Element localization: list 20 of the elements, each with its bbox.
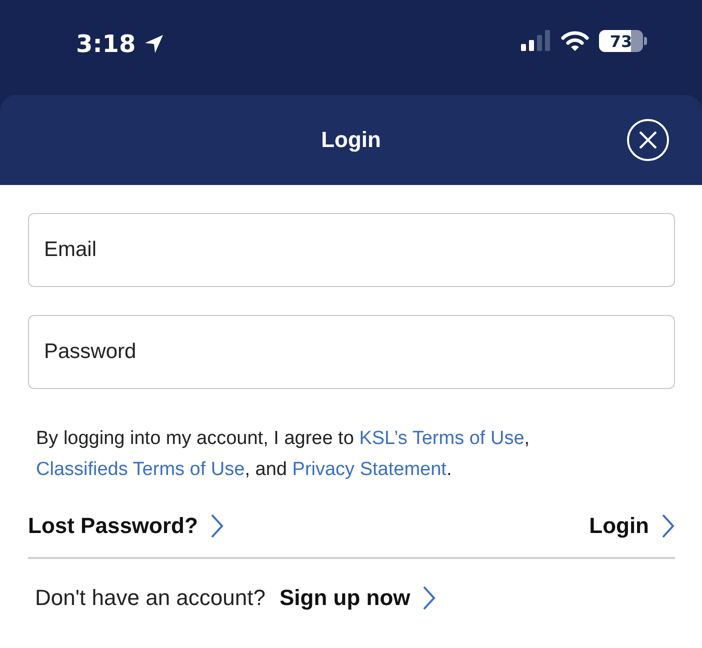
location-arrow-icon bbox=[144, 34, 164, 54]
terms-text: By logging into my account, I agree to KSL’s Terms of Use, Classifieds Terms of Use, and Privacy Statement. bbox=[36, 427, 531, 482]
close-icon[interactable] bbox=[626, 118, 670, 162]
chevron-right-icon bbox=[661, 513, 675, 539]
input-field[interactable]: Email bbox=[28, 213, 675, 287]
terms-link[interactable]: Privacy Statement bbox=[292, 459, 446, 480]
chevron-right-icon bbox=[422, 585, 436, 611]
terms-link[interactable]: KSL’s Terms of Use bbox=[359, 428, 524, 449]
sign-up-link[interactable]: Sign up now bbox=[279, 585, 436, 611]
login-link[interactable]: Login bbox=[589, 513, 675, 539]
lost-password-link[interactable]: Lost Password? bbox=[28, 513, 224, 539]
terms-link[interactable]: Classifieds Terms of Use bbox=[36, 459, 245, 480]
input-field[interactable]: Password bbox=[28, 315, 675, 389]
status-time: 3:18 bbox=[76, 30, 136, 58]
signup-prompt: Don't have an account? bbox=[35, 585, 266, 611]
header-title: Login bbox=[321, 127, 381, 153]
chevron-right-icon bbox=[210, 513, 224, 539]
battery-level-text: 73 bbox=[610, 32, 632, 50]
wifi-icon bbox=[561, 30, 589, 52]
signal-icon bbox=[521, 30, 551, 52]
